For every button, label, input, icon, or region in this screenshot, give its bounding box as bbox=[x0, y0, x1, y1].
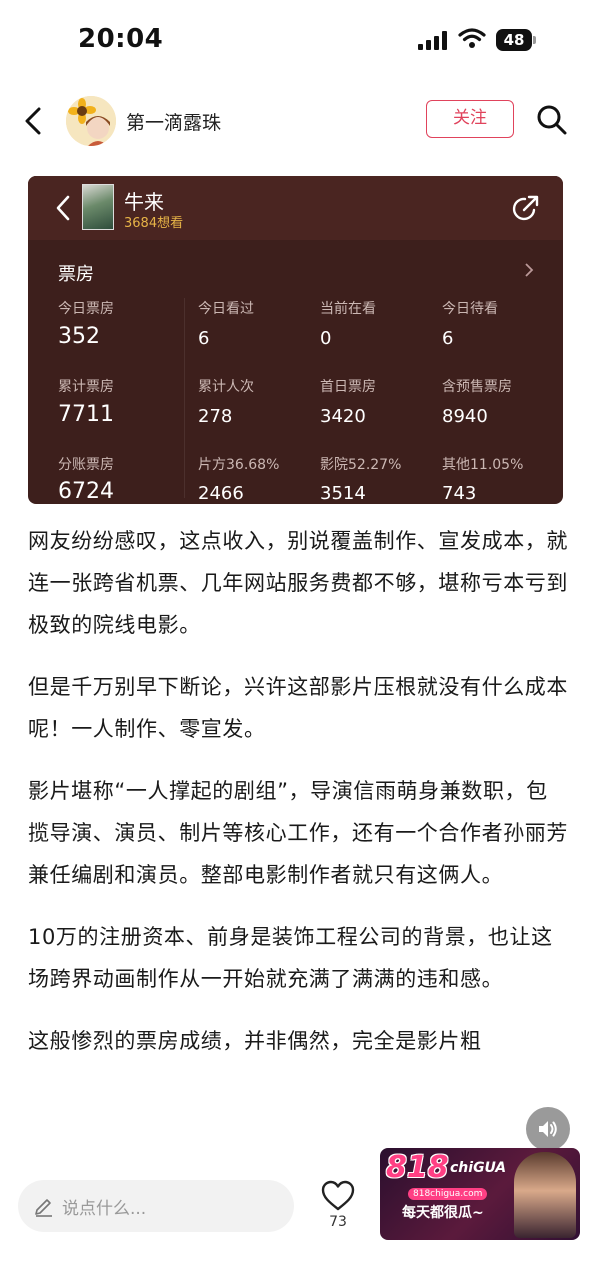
stat-label: 今日待看 bbox=[442, 301, 498, 317]
stat-label: 累计票房 bbox=[58, 379, 114, 395]
back-icon bbox=[56, 195, 70, 221]
stat-value: 3514 bbox=[320, 483, 366, 504]
article-paragraph: 网友纷纷感叹，这点收入，别说覆盖制作、宣发成本，就连一张跨省机票、几年网站服务费… bbox=[28, 529, 568, 637]
pencil-icon bbox=[35, 1199, 52, 1217]
status-time: 20:04 bbox=[78, 24, 164, 54]
stat-label: 当前在看 bbox=[320, 301, 376, 317]
ad-logo: 818 bbox=[386, 1150, 449, 1185]
comment-input[interactable]: 说点什么... bbox=[18, 1180, 294, 1232]
stat-value: 3420 bbox=[320, 406, 366, 427]
chevron-right-icon bbox=[525, 263, 534, 277]
back-icon[interactable] bbox=[22, 106, 44, 136]
status-bar: 20:04 48 bbox=[0, 0, 590, 80]
stat-value: 6 bbox=[442, 328, 454, 349]
box-office-label: 票房 bbox=[58, 264, 94, 285]
movie-header: 牛来 3684想看 bbox=[28, 176, 563, 240]
box-office-screenshot[interactable]: 牛来 3684想看 票房 今日票房 352 今日看过 6 当前在看 0 今日待看… bbox=[28, 176, 563, 504]
author-avatar[interactable] bbox=[66, 96, 116, 146]
stat-label: 累计人次 bbox=[198, 379, 254, 395]
stat-label: 其他11.05% bbox=[442, 457, 524, 473]
search-icon[interactable] bbox=[536, 104, 568, 136]
heart-icon[interactable] bbox=[321, 1180, 355, 1212]
ad-slogan: 每天都很瓜~ bbox=[402, 1205, 484, 1221]
stat-value: 2466 bbox=[198, 483, 244, 504]
stat-label: 片方36.68% bbox=[198, 457, 280, 473]
column-divider bbox=[184, 298, 185, 498]
sunflower-avatar-icon bbox=[66, 96, 116, 146]
stat-label: 首日票房 bbox=[320, 379, 376, 395]
stat-value: 6 bbox=[198, 328, 210, 349]
like-count: 73 bbox=[329, 1214, 347, 1230]
stat-value: 0 bbox=[320, 328, 332, 349]
post-header: 第一滴露珠 关注 bbox=[0, 90, 590, 150]
stat-value: 6724 bbox=[58, 479, 114, 504]
wifi-icon bbox=[458, 28, 486, 48]
author-name[interactable]: 第一滴露珠 bbox=[126, 108, 221, 135]
follow-button[interactable]: 关注 bbox=[426, 100, 514, 138]
stat-label: 分账票房 bbox=[58, 457, 114, 473]
article-paragraph: 这般惨烈的票房成绩，并非偶然，完全是影片粗 bbox=[28, 1029, 482, 1053]
stat-label: 含预售票房 bbox=[442, 379, 512, 395]
speaker-icon bbox=[539, 1121, 557, 1137]
audio-play-button[interactable] bbox=[526, 1107, 570, 1151]
ad-banner[interactable]: 818 chiGUA 818chigua.com 每天都很瓜~ bbox=[380, 1148, 580, 1240]
battery-level: 48 bbox=[503, 31, 525, 49]
stat-label: 影院52.27% bbox=[320, 457, 402, 473]
article-body: 网友纷纷感叹，这点收入，别说覆盖制作、宣发成本，就连一张跨省机票、几年网站服务费… bbox=[28, 520, 568, 1082]
want-count: 3684想看 bbox=[124, 216, 184, 231]
cellular-signal-icon bbox=[418, 30, 450, 50]
article-paragraph: 10万的注册资本、前身是装饰工程公司的背景，也让这场跨界动画制作从一开始就充满了… bbox=[28, 925, 553, 991]
stat-label: 今日票房 bbox=[58, 301, 114, 317]
stat-label: 今日看过 bbox=[198, 301, 254, 317]
movie-poster bbox=[82, 184, 114, 230]
ad-url: 818chigua.com bbox=[408, 1188, 488, 1200]
battery-icon: 48 bbox=[496, 29, 538, 51]
stat-value: 352 bbox=[58, 324, 100, 349]
stat-value: 278 bbox=[198, 406, 233, 427]
share-icon bbox=[512, 195, 539, 221]
stat-value: 7711 bbox=[58, 402, 114, 427]
ad-logo-sub: chiGUA bbox=[450, 1160, 507, 1176]
stat-value: 743 bbox=[442, 483, 477, 504]
movie-title: 牛来 bbox=[124, 190, 164, 214]
article-paragraph: 影片堪称“一人撑起的剧组”，导演信雨萌身兼数职，包揽导演、演员、制片等核心工作，… bbox=[28, 779, 568, 887]
ad-figure-image bbox=[514, 1152, 576, 1238]
stat-value: 8940 bbox=[442, 406, 488, 427]
comment-placeholder: 说点什么... bbox=[62, 1199, 147, 1219]
article-paragraph: 但是千万别早下断论，兴许这部影片压根就没有什么成本呢！一人制作、零宣发。 bbox=[28, 675, 568, 741]
